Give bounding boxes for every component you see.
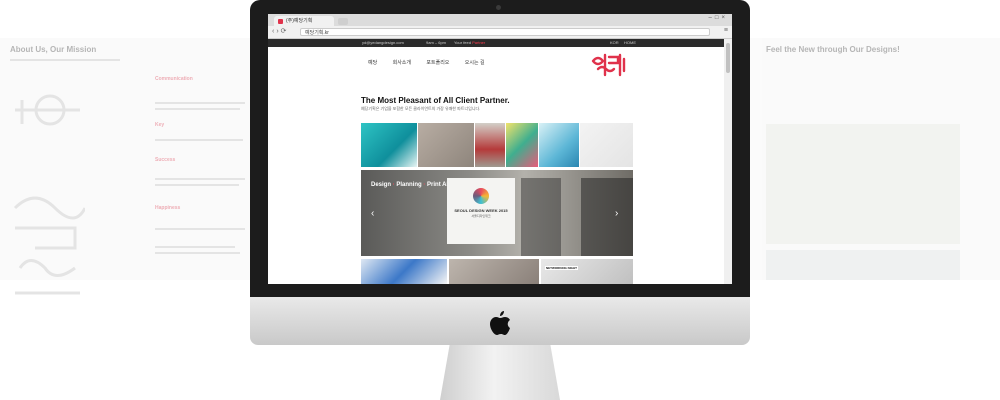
slider-prev-icon[interactable]: ‹ bbox=[371, 208, 374, 219]
portfolio-thumbnail[interactable] bbox=[475, 123, 505, 167]
nav-item[interactable]: 회사소개 bbox=[393, 60, 411, 66]
nav-item[interactable]: 오시는 길 bbox=[465, 60, 485, 66]
portfolio-thumbnail[interactable] bbox=[361, 123, 417, 167]
website-viewport: yd@yedangdesign.com 9am – 6pm Your feed … bbox=[268, 39, 724, 284]
portfolio-thumbnail-row: NETWORKING NIGHT bbox=[361, 259, 633, 284]
background-portfolio-page: Feel the New through Our Designs! bbox=[750, 38, 1000, 280]
subheadline: 예당기획은 기업을 포함한 모든 클라이언트의 가장 유쾌한 파트너입니다. bbox=[361, 106, 481, 111]
portfolio-thumbnail[interactable] bbox=[506, 123, 538, 167]
nav-item[interactable]: 포트폴리오 bbox=[426, 60, 449, 66]
portfolio-thumbnail[interactable] bbox=[361, 259, 447, 284]
browser-tab-strip: (주)예당기획 –□× bbox=[268, 14, 732, 26]
networking-night-label: NETWORKING NIGHT bbox=[545, 266, 578, 270]
site-logo-icon[interactable] bbox=[590, 51, 630, 81]
keyword-key: Key bbox=[155, 122, 165, 128]
language-link[interactable]: KOR bbox=[610, 39, 619, 47]
hero-tagline: Design · Planning · Print AD bbox=[371, 182, 451, 188]
about-heading: About Us, Our Mission bbox=[10, 45, 97, 54]
decorative-pattern-icon bbox=[13, 94, 85, 295]
tab-title: (주)예당기획 bbox=[286, 18, 313, 24]
window-controls-icon[interactable]: –□× bbox=[709, 15, 728, 21]
nav-buttons-icon[interactable]: ‹›⟳ bbox=[272, 27, 289, 35]
page-scrollbar[interactable] bbox=[724, 39, 732, 284]
main-nav: 예당 회사소개 포트폴리오 오시는 길 bbox=[368, 59, 499, 66]
background-about-page: About Us, Our Mission Communication Key … bbox=[0, 38, 250, 295]
keyword-happiness: Happiness bbox=[155, 205, 181, 211]
address-bar[interactable]: 예당기획.kr bbox=[300, 28, 710, 36]
portfolio-thumbnail[interactable]: NETWORKING NIGHT bbox=[541, 259, 633, 284]
portfolio-thumbnail-row bbox=[361, 123, 633, 167]
browser-window: (주)예당기획 –□× ‹›⟳ 예당기획.kr ≡ yd@yedangdesig… bbox=[268, 14, 732, 284]
portfolio-heading: Feel the New through Our Designs! bbox=[766, 45, 900, 54]
browser-toolbar: ‹›⟳ 예당기획.kr ≡ bbox=[268, 26, 732, 39]
portfolio-thumbnail[interactable] bbox=[449, 259, 539, 284]
contact-email[interactable]: yd@yedangdesign.com bbox=[362, 39, 404, 47]
favicon-icon bbox=[278, 19, 283, 24]
browser-tab[interactable]: (주)예당기획 bbox=[274, 16, 334, 26]
portfolio-image bbox=[766, 124, 960, 244]
site-topbar: yd@yedangdesign.com 9am – 6pm Your feed … bbox=[268, 39, 724, 47]
slider-next-icon[interactable]: › bbox=[615, 208, 618, 219]
headline: The Most Pleasant of All Client Partner. bbox=[361, 96, 510, 105]
portfolio-thumbnail[interactable] bbox=[418, 123, 474, 167]
browser-menu-icon[interactable]: ≡ bbox=[724, 27, 728, 34]
hero-slider: Design · Planning · Print AD SEOUL DESIG… bbox=[361, 170, 633, 256]
camera-icon bbox=[496, 5, 501, 10]
scrollbar-thumb[interactable] bbox=[726, 43, 730, 73]
portfolio-thumbnail[interactable] bbox=[580, 123, 633, 167]
office-hours: 9am – 6pm bbox=[426, 40, 447, 45]
monitor-stand bbox=[440, 345, 560, 400]
keyword-communication: Communication bbox=[155, 76, 193, 82]
portfolio-image bbox=[766, 250, 960, 280]
home-link[interactable]: HOME bbox=[624, 39, 636, 47]
new-tab-button[interactable] bbox=[338, 18, 348, 25]
seoul-design-week-banner: SEOUL DESIGN WEEK 2015 서울디자인위크 bbox=[447, 178, 515, 244]
nav-item[interactable]: 예당 bbox=[368, 60, 377, 66]
design-week-logo-icon bbox=[473, 188, 489, 204]
feed-text: Your feed Partner bbox=[454, 40, 486, 45]
keyword-success: Success bbox=[155, 157, 176, 163]
apple-logo-icon bbox=[490, 311, 510, 335]
portfolio-thumbnail[interactable] bbox=[539, 123, 579, 167]
